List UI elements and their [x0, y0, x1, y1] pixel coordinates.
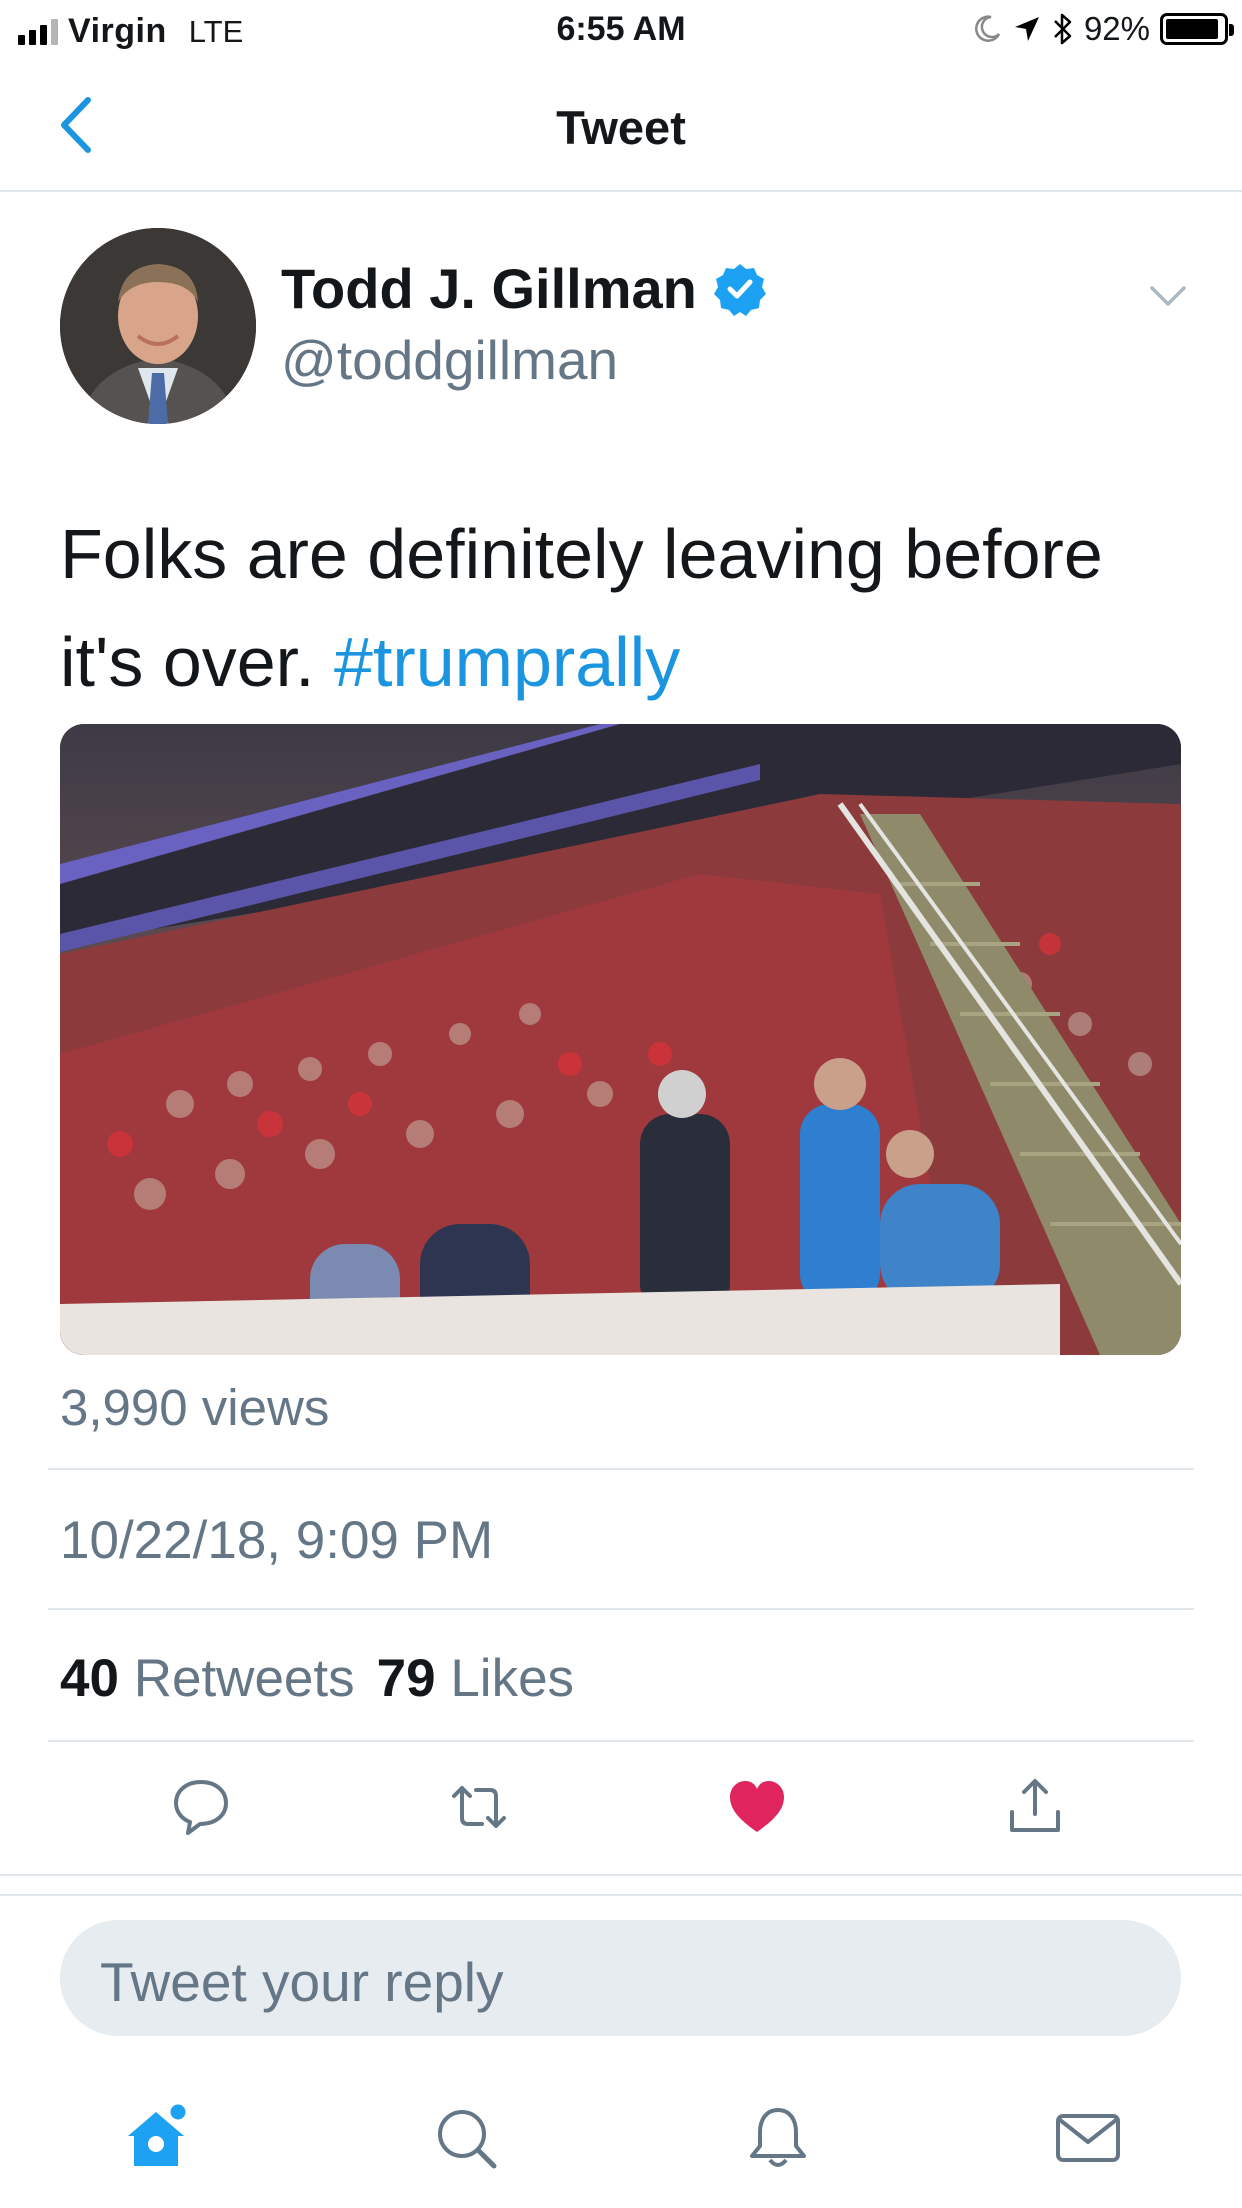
home-icon[interactable] [120, 2102, 192, 2174]
share-icon[interactable] [1004, 1776, 1066, 1838]
likes-label[interactable]: Likes [450, 1649, 574, 1708]
tweet-timestamp: 10/22/18, 9:09 PM [60, 1511, 494, 1570]
like-icon[interactable] [726, 1776, 788, 1838]
chevron-down-icon[interactable] [1148, 282, 1188, 310]
tweet-video[interactable] [60, 724, 1181, 1355]
messages-icon[interactable] [1052, 2102, 1124, 2174]
tweet-stats: 40 Retweets 79 Likes [60, 1648, 574, 1709]
divider [48, 1740, 1194, 1742]
divider [48, 1608, 1194, 1610]
author-name[interactable]: Todd J. Gillman [281, 256, 767, 321]
divider [48, 1468, 1194, 1470]
reply-placeholder: Tweet your reply [100, 1951, 504, 2013]
hashtag-link[interactable]: #trumprally [334, 623, 680, 701]
status-right: 92% [972, 10, 1234, 48]
page-title: Tweet [556, 101, 686, 154]
notifications-icon[interactable] [742, 2102, 814, 2174]
avatar[interactable] [60, 228, 256, 424]
status-bar: Virgin LTE 6:55 AM 92% [0, 0, 1242, 62]
retweets-count[interactable]: 40 [60, 1649, 119, 1708]
reply-icon[interactable] [170, 1776, 232, 1838]
author-name-text: Todd J. Gillman [281, 257, 697, 320]
bluetooth-icon [1054, 13, 1072, 45]
reply-input[interactable]: Tweet your reply [60, 1920, 1181, 2036]
retweet-icon[interactable] [448, 1776, 510, 1838]
view-count: 3,990 views [60, 1379, 330, 1436]
location-arrow-icon [1014, 17, 1039, 41]
section-separator [0, 1874, 1242, 1896]
battery-icon [1160, 13, 1234, 45]
tweet-text: Folks are definitely leaving before it's… [60, 500, 1200, 716]
search-icon[interactable] [430, 2102, 502, 2174]
likes-count[interactable]: 79 [377, 1649, 436, 1708]
nav-bar: Tweet [0, 62, 1242, 192]
verified-badge-icon [713, 263, 766, 316]
retweets-label[interactable]: Retweets [134, 1649, 355, 1708]
moon-icon [974, 15, 1001, 42]
author-handle[interactable]: @toddgillman [281, 328, 618, 392]
battery-percent: 92% [1083, 10, 1150, 47]
